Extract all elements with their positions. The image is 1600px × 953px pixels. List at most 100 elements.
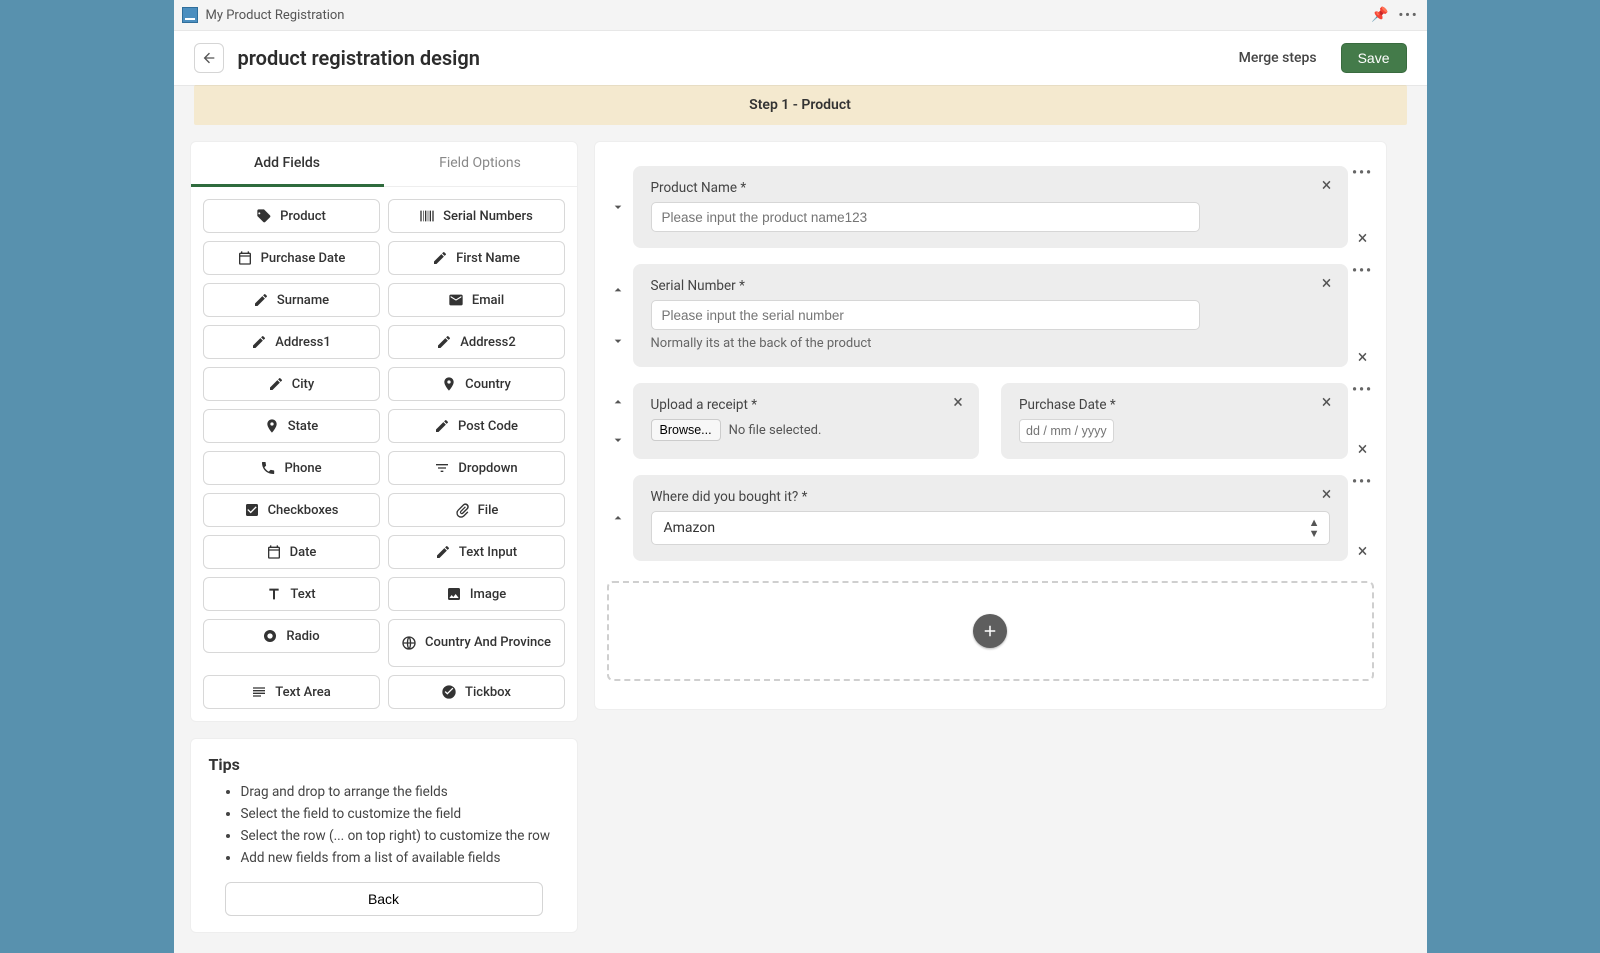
form-row[interactable]: × Product Name * ••• × bbox=[607, 166, 1374, 248]
field-remove-button[interactable]: × bbox=[1316, 174, 1338, 196]
pencil-icon bbox=[251, 334, 267, 350]
chevron-up-icon[interactable] bbox=[610, 394, 626, 410]
field-hint: Normally its at the back of the product bbox=[651, 336, 1330, 351]
tips-heading: Tips bbox=[209, 755, 559, 774]
field-chip-label: Text Area bbox=[275, 685, 330, 700]
serial-number-input[interactable] bbox=[651, 300, 1200, 330]
field-chip-label: Post Code bbox=[458, 419, 518, 434]
phone-icon bbox=[260, 460, 276, 476]
field-chip-address2[interactable]: Address2 bbox=[388, 325, 565, 359]
field-remove-button[interactable]: × bbox=[1316, 391, 1338, 413]
form-row[interactable]: × Serial Number * Normally its at the ba… bbox=[607, 264, 1374, 367]
chevron-down-icon[interactable] bbox=[610, 199, 626, 215]
check-circle-icon bbox=[441, 684, 457, 700]
row-more-icon[interactable]: ••• bbox=[1352, 475, 1373, 489]
field-chip-label: Dropdown bbox=[458, 461, 517, 476]
product-name-input[interactable] bbox=[651, 202, 1200, 232]
tip-item: Select the field to customize the field bbox=[241, 806, 559, 822]
row-remove-button[interactable]: × bbox=[1358, 230, 1368, 248]
pencil-icon bbox=[253, 292, 269, 308]
tips-back-button[interactable]: Back bbox=[225, 882, 543, 916]
field-chip-checkboxes[interactable]: Checkboxes bbox=[203, 493, 380, 527]
field-chip-serial-numbers[interactable]: Serial Numbers bbox=[388, 199, 565, 233]
field-chip-label: First Name bbox=[456, 251, 520, 266]
field-chip-address1[interactable]: Address1 bbox=[203, 325, 380, 359]
chevron-down-icon[interactable] bbox=[610, 432, 626, 448]
mail-icon bbox=[448, 292, 464, 308]
field-chip-image[interactable]: Image bbox=[388, 577, 565, 611]
field-chip-country[interactable]: Country bbox=[388, 367, 565, 401]
field-remove-button[interactable]: × bbox=[1316, 483, 1338, 505]
field-chip-label: Date bbox=[290, 545, 317, 560]
field-chip-label: Text bbox=[290, 587, 315, 602]
field-chip-email[interactable]: Email bbox=[388, 283, 565, 317]
field-chip-label: Text Input bbox=[459, 545, 517, 560]
field-remove-button[interactable]: × bbox=[1316, 272, 1338, 294]
field-chip-date[interactable]: Date bbox=[203, 535, 380, 569]
merge-steps-button[interactable]: Merge steps bbox=[1229, 44, 1327, 72]
tag-icon bbox=[256, 208, 272, 224]
row-remove-button[interactable]: × bbox=[1358, 349, 1368, 367]
field-label: Product Name * bbox=[651, 180, 1330, 196]
field-remove-button[interactable]: × bbox=[947, 391, 969, 413]
field-chip-text[interactable]: Text bbox=[203, 577, 380, 611]
page-title: product registration design bbox=[238, 46, 480, 70]
field-chip-country-and-province[interactable]: Country And Province bbox=[388, 619, 565, 667]
field-chip-text-area[interactable]: Text Area bbox=[203, 675, 380, 709]
row-remove-button[interactable]: × bbox=[1358, 441, 1368, 459]
save-button[interactable]: Save bbox=[1341, 43, 1407, 73]
chevron-down-icon[interactable] bbox=[610, 333, 626, 349]
field-chip-surname[interactable]: Surname bbox=[203, 283, 380, 317]
tip-item: Add new fields from a list of available … bbox=[241, 850, 559, 866]
field-chip-label: Email bbox=[472, 293, 504, 308]
barcode-icon bbox=[419, 208, 435, 224]
step-banner: Step 1 - Product bbox=[194, 85, 1407, 125]
field-chip-label: State bbox=[288, 419, 319, 434]
field-chip-label: Radio bbox=[286, 629, 319, 644]
form-row[interactable]: × Where did you bought it? * Amazon ▲▼ •… bbox=[607, 475, 1374, 561]
add-row-dropzone[interactable] bbox=[607, 581, 1374, 681]
field-chip-dropdown[interactable]: Dropdown bbox=[388, 451, 565, 485]
field-chip-product[interactable]: Product bbox=[203, 199, 380, 233]
field-card-purchase-date[interactable]: × Purchase Date * bbox=[1001, 383, 1348, 459]
row-more-icon[interactable]: ••• bbox=[1352, 264, 1373, 278]
chevron-up-icon[interactable] bbox=[610, 510, 626, 526]
row-more-icon[interactable]: ••• bbox=[1352, 383, 1373, 397]
field-card-upload-receipt[interactable]: × Upload a receipt * Browse... No file s… bbox=[633, 383, 980, 459]
field-chip-radio[interactable]: Radio bbox=[203, 619, 380, 653]
tab-add-fields[interactable]: Add Fields bbox=[191, 142, 384, 187]
field-card-serial-number[interactable]: × Serial Number * Normally its at the ba… bbox=[633, 264, 1348, 367]
field-chip-purchase-date[interactable]: Purchase Date bbox=[203, 241, 380, 275]
field-chip-phone[interactable]: Phone bbox=[203, 451, 380, 485]
titlebar-more-icon[interactable]: ••• bbox=[1398, 8, 1418, 23]
field-card-where-bought[interactable]: × Where did you bought it? * Amazon ▲▼ bbox=[633, 475, 1348, 561]
field-chip-text-input[interactable]: Text Input bbox=[388, 535, 565, 569]
text-icon bbox=[266, 586, 282, 602]
add-row-button[interactable] bbox=[973, 614, 1007, 648]
pencil-icon bbox=[268, 376, 284, 392]
field-chip-state[interactable]: State bbox=[203, 409, 380, 443]
field-label: Where did you bought it? * bbox=[651, 489, 1330, 505]
where-bought-select[interactable]: Amazon bbox=[651, 511, 1330, 545]
form-row[interactable]: × Upload a receipt * Browse... No file s… bbox=[607, 383, 1374, 459]
back-button[interactable] bbox=[194, 43, 224, 73]
app-icon bbox=[182, 7, 198, 23]
field-card-product-name[interactable]: × Product Name * bbox=[633, 166, 1348, 248]
field-chip-post-code[interactable]: Post Code bbox=[388, 409, 565, 443]
field-chip-first-name[interactable]: First Name bbox=[388, 241, 565, 275]
field-chip-tickbox[interactable]: Tickbox bbox=[388, 675, 565, 709]
purchase-date-input[interactable] bbox=[1019, 419, 1114, 443]
row-more-icon[interactable]: ••• bbox=[1352, 166, 1373, 180]
field-label: Purchase Date * bbox=[1019, 397, 1330, 413]
file-browse-button[interactable]: Browse... bbox=[651, 419, 721, 441]
field-chip-city[interactable]: City bbox=[203, 367, 380, 401]
pencil-icon bbox=[432, 250, 448, 266]
pin-icon[interactable]: 📌 bbox=[1371, 7, 1388, 23]
row-remove-button[interactable]: × bbox=[1358, 543, 1368, 561]
app-title: My Product Registration bbox=[206, 8, 345, 23]
tab-field-options[interactable]: Field Options bbox=[384, 142, 577, 187]
field-chip-label: Country bbox=[465, 377, 511, 392]
field-label: Serial Number * bbox=[651, 278, 1330, 294]
field-chip-file[interactable]: File bbox=[388, 493, 565, 527]
chevron-up-icon[interactable] bbox=[610, 282, 626, 298]
